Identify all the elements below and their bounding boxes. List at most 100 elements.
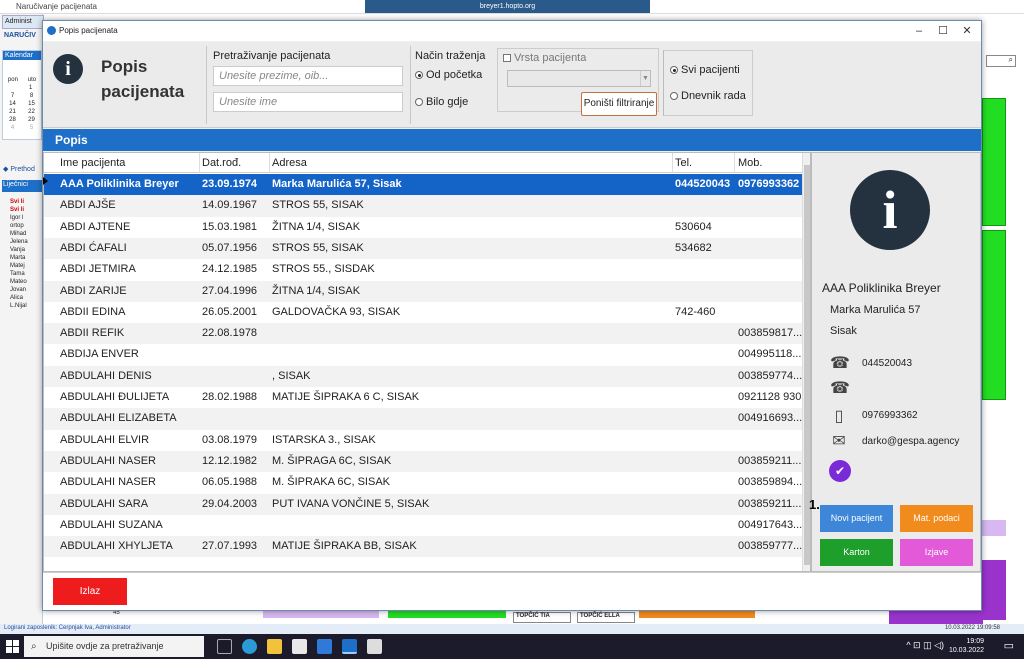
list-item[interactable]: Mihad — [10, 230, 43, 238]
patient-type-select[interactable]: ▼ — [507, 70, 651, 87]
table-row[interactable]: ABDI ĆAFALI 05.07.1956 STROS 55, SISAK 5346… — [44, 237, 802, 260]
table-row[interactable]: AAA Poliklinika Breyer 23.09.1974 Marka Ma… — [44, 174, 802, 196]
radio-od-pocetka[interactable]: Od početka — [415, 69, 482, 81]
edge-browser-icon[interactable] — [242, 639, 257, 654]
list-item[interactable]: Matej — [10, 262, 43, 270]
table-row[interactable]: ABDULAHI ELIZABETA 004916693... — [44, 408, 802, 430]
list-item[interactable]: Svi li — [10, 198, 43, 206]
column-divider — [199, 153, 200, 173]
table-row[interactable]: ABDULAHI ĐULIJETA 28.02.1988 MATIJE ŠIPRAK… — [44, 387, 802, 408]
divider — [206, 46, 207, 124]
new-patient-button[interactable]: Novi pacijent — [820, 505, 893, 532]
calendar-day[interactable]: 22 — [28, 108, 35, 116]
table-cell: 22.08.1978 — [202, 327, 258, 340]
taskbar-clock[interactable]: 19:09 10.03.2022 — [949, 637, 984, 655]
table-row[interactable]: ABDIJA ENVER 004995118... — [44, 344, 802, 365]
calendar-day[interactable]: 5 — [30, 124, 33, 132]
app-icon — [47, 26, 56, 35]
table-cell: ABDULAHI ĐULIJETA — [60, 391, 170, 403]
mail-icon[interactable] — [317, 639, 332, 654]
calendar-day[interactable]: 29 — [28, 116, 35, 124]
calendar-label: Kalendar — [3, 51, 41, 60]
tray-icons[interactable]: ^ ⊡ ◫ ◁) — [906, 640, 944, 651]
reset-filter-button[interactable]: Poništi filtriranje — [581, 92, 657, 116]
table-row[interactable]: ABDI AJŠE 14.09.1967 STROS 55, SISAK — [44, 195, 802, 217]
appointment-block[interactable]: TOPČIĆ ELLA — [577, 612, 635, 623]
list-item[interactable]: Mateo — [10, 278, 43, 286]
list-item[interactable]: Alica — [10, 294, 43, 302]
table-cell: STROS 55, SISAK — [272, 241, 364, 254]
list-item[interactable]: Jovan — [10, 286, 43, 294]
radio-svi-pacijenti[interactable]: Svi pacijenti — [670, 64, 740, 76]
table-row[interactable]: ABDULAHI ELVIR 03.08.1979 ISTARSKA 3., SIS… — [44, 430, 802, 451]
administration-tab[interactable]: Administ — [2, 15, 44, 29]
list-item[interactable]: Igor l — [10, 214, 43, 222]
list-item[interactable]: Tama — [10, 270, 43, 278]
task-view-icon[interactable] — [217, 639, 232, 654]
table-row[interactable]: ABDULAHI SUZANA 004917643... — [44, 515, 802, 536]
background-search-input[interactable]: ⌕ — [986, 55, 1016, 67]
statements-button[interactable]: Izjave — [900, 539, 973, 566]
previous-button[interactable]: ◆ Prethod — [3, 165, 35, 173]
info-icon: i — [53, 54, 83, 84]
appointment-block[interactable] — [982, 98, 1006, 226]
table-row[interactable]: ABDI JETMIRA 24.12.1985 STROS 55., SISDAK — [44, 259, 802, 280]
name-search-input[interactable]: Unesite ime — [213, 92, 403, 112]
list-item[interactable]: L.Nijal — [10, 302, 43, 310]
table-row[interactable]: ABDULAHI XHYLJETA 27.07.1993 MATIJE ŠIPRAK… — [44, 536, 802, 558]
calendar-widget[interactable]: Kalendar pon uto 1 7 8 14 15 21 22 28 29 4 5 — [2, 50, 42, 140]
clipboard-check-icon[interactable]: ✔ — [829, 460, 851, 482]
column-header-address[interactable]: Adresa — [272, 157, 307, 171]
windows-start-icon[interactable] — [6, 640, 19, 653]
table-row[interactable]: ABDULAHI SARA 29.04.2003 PUT IVANA VONČINE… — [44, 493, 802, 515]
table-row[interactable]: ABDI AJTENE 15.03.1981 ŽITNA 1/4, SISAK 530… — [44, 217, 802, 238]
file-explorer-icon[interactable] — [267, 639, 282, 654]
column-header-phone[interactable]: Tel. — [675, 157, 692, 171]
column-header-name[interactable]: Ime pacijenta — [60, 157, 125, 171]
calendar-day[interactable]: 21 — [9, 108, 16, 116]
calendar-day[interactable]: 15 — [28, 100, 35, 108]
list-item[interactable]: Svi li — [10, 206, 43, 214]
calendar-app-icon[interactable] — [367, 639, 382, 654]
table-row[interactable]: ABDULAHI DENIS , SISAK 003859774... — [44, 365, 802, 387]
column-header-dob[interactable]: Dat.rođ. — [202, 157, 241, 171]
radio-dnevnik-rada[interactable]: Dnevnik rada — [670, 90, 746, 102]
calendar-day[interactable]: 4 — [11, 124, 14, 132]
table-row[interactable]: ABDULAHI NASER 12.12.1982 M. ŠIPRAGA 6C, S… — [44, 450, 802, 473]
column-header-mobile[interactable]: Mob. — [738, 157, 762, 171]
rdp-connection-bar[interactable]: breyer1.hopto.org — [365, 0, 650, 13]
list-item[interactable]: Vanja — [10, 246, 43, 254]
master-data-button[interactable]: Mat. podaci — [900, 505, 973, 532]
calendar-day[interactable]: 8 — [30, 92, 33, 100]
calendar-day[interactable]: 28 — [9, 116, 16, 124]
radio-bilo-gdje[interactable]: Bilo gdje — [415, 96, 468, 108]
close-button[interactable]: ✕ — [955, 23, 979, 39]
calendar-day[interactable]: 1 — [29, 84, 32, 92]
calendar-day[interactable]: 14 — [9, 100, 16, 108]
taskbar-search-input[interactable]: Upišite ovdje za pretraživanje — [24, 636, 204, 657]
list-item[interactable]: ortop — [10, 222, 43, 230]
appointment-block[interactable]: TOPČIĆ TIA — [513, 612, 571, 623]
appointment-block[interactable] — [982, 560, 1006, 620]
table-row[interactable]: ABDII REFIK 22.08.1978 003859817... — [44, 323, 802, 345]
patient-type-checkbox[interactable]: Vrsta pacijenta — [503, 52, 586, 64]
list-item[interactable]: Jelena — [10, 238, 43, 246]
maximize-button[interactable]: ☐ — [931, 23, 955, 39]
appointment-block[interactable] — [982, 520, 1006, 536]
remote-desktop-icon[interactable] — [342, 639, 357, 654]
minimize-button[interactable]: – — [907, 23, 931, 39]
lijecnici-list[interactable]: Svi li Svi li Igor l ortop Mihad Jelena … — [10, 198, 43, 310]
notification-icon[interactable]: ▭ — [1004, 639, 1014, 652]
chart-button[interactable]: Karton — [820, 539, 893, 566]
patients-table[interactable]: Ime pacijenta Dat.rođ. Adresa Tel. Mob. … — [43, 152, 811, 572]
surname-search-input[interactable]: Unesite prezime, oib... — [213, 66, 403, 86]
appointment-block[interactable] — [982, 230, 1006, 400]
table-row[interactable]: ABDII EDINA 26.05.2001 GALDOVAČKA 93, SISA… — [44, 302, 802, 323]
calendar-day[interactable]: 7 — [11, 92, 14, 100]
table-row[interactable]: ABDULAHI NASER 06.05.1988 M. ŠIPRAKA 6C, S… — [44, 472, 802, 493]
store-icon[interactable] — [292, 639, 307, 654]
status-datetime: 10.03.2022 19:09:58 — [944, 625, 1000, 631]
exit-button[interactable]: Izlaz — [53, 578, 127, 605]
list-item[interactable]: Marta — [10, 254, 43, 262]
table-row[interactable]: ABDI ZARIJE 27.04.1996 ŽITNA 1/4, SISAK — [44, 280, 802, 302]
